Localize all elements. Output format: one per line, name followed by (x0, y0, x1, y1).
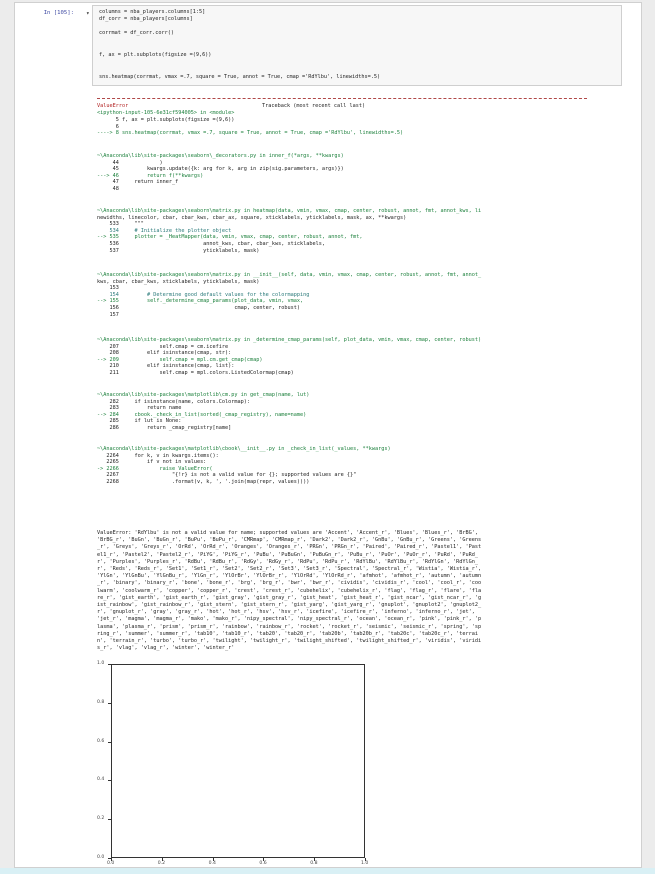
traceback-line: 2268 .format(v, k, ', '.join(map(repr, v… (97, 479, 310, 485)
code-line: columns = nba_players.columns[1:5] (99, 9, 206, 15)
error-message-line: lasma', 'plasma_r', 'prism', 'prism_r', … (97, 623, 482, 630)
code-line: sns.heatmap(corrmat, vmax =.7, square = … (99, 74, 381, 80)
traceback-divider (97, 98, 587, 99)
x-tick-mark (212, 858, 214, 861)
empty-plot: 1.0 0.8 0.6 0.4 0.2 0.0 0.0 0.2 0.4 0.6 0.8 1.0 (97, 660, 387, 870)
traceback-line: 47 return inner_f (97, 179, 179, 186)
x-tick-mark (111, 858, 112, 861)
traceback-line: 285 if lut is None: (97, 418, 182, 425)
traceback-line: 45 kwargs.update({k: arg for k, arg in z… (97, 166, 344, 173)
error-message-line: ValueError: 'RdYlbu' is not a valid valu… (97, 530, 479, 536)
traceback-line: 44 ) (97, 159, 163, 166)
traceback-line: --> 155 self._determine_cmap_params(plot… (97, 298, 304, 305)
y-tick-label: 0.8 (97, 699, 105, 705)
error-message-line: r', 'Reds', 'Reds_r', 'Set1', 'Set1_r', … (97, 566, 482, 572)
traceback-line: ----> 8 sns.heatmap(corrmat, vmax =.7, s… (97, 130, 404, 137)
traceback-label: Traceback (most recent call last) (262, 103, 366, 109)
traceback-line: 211 self.cmap = mpl.colors.ListedColorma… (97, 370, 294, 376)
traceback-line: 5 f, ax = plt.subplots(figsize =(9,6)) (97, 117, 235, 123)
traceback-line: 2267 "{!r} is not a valid value for {}; … (97, 472, 357, 479)
y-tick-mark (108, 741, 111, 743)
error-type: ValueError (97, 103, 129, 109)
error-message-line: 'YlGn', 'YlGnBu', 'YlGnBu_r', 'YlGn_r', … (97, 573, 482, 580)
traceback-line: ~\Anaconda\lib\site-packages\matplotlib\… (97, 446, 391, 452)
x-tick-mark (365, 858, 366, 861)
cell-prompt: In [105]: (43, 10, 74, 16)
traceback-line: 157 (97, 311, 119, 318)
traceback-input-location: <ipython-input-105-6e31cf594005> in <mod… (97, 110, 235, 116)
y-tick-label: 0.2 (97, 816, 105, 822)
traceback-line: 286 return _cmap_registry[name] (97, 425, 232, 431)
error-message-line: re_r', 'gist_earth', 'gist_earth_r', 'gi… (97, 594, 482, 601)
chevron-down-icon[interactable]: ▾ (86, 10, 90, 17)
x-tick-mark (314, 858, 316, 861)
error-message-line: r', 'Purples', 'Purples_r', 'RdBu', 'RdB… (97, 558, 479, 565)
error-message-line: 'BrBG_r', 'BuGn', 'BuGn_r', 'BuPu', 'BuP… (97, 537, 482, 544)
plot-axes (111, 664, 365, 858)
error-message-line: _r', 'Greys', 'Greys_r', 'OrRd', 'OrRd_r… (97, 544, 482, 551)
traceback-line: ~\Anaconda\lib\site-packages\seaborn\mat… (97, 272, 482, 278)
error-message-line: lwarm', 'coolwarm_r', 'copper', 'copper_… (97, 587, 482, 594)
traceback-line: ~\Anaconda\lib\site-packages\seaborn\mat… (97, 337, 482, 343)
traceback-line: --> 209 self.cmap = mpl.cm.get_cmap(cmap… (97, 356, 263, 363)
error-message-line: 'jet_r', 'magma', 'magma_r', 'mako', 'ma… (97, 616, 482, 623)
y-tick-label: 0.0 (97, 855, 105, 860)
y-tick-label: 0.4 (97, 777, 105, 783)
traceback-line: 283 return name (97, 405, 182, 412)
traceback-line: 154 # Determine good default values for … (97, 291, 310, 298)
traceback-line: 536 annot_kws, cbar, cbar_kws, xticklabe… (97, 241, 325, 247)
traceback-line: 208 elif isinstance(cmap, str): (97, 350, 232, 357)
traceback-line: 537 yticklabels, mask) (97, 247, 260, 254)
traceback-line: 2264 for k, v in kwargs.items(): (97, 452, 219, 459)
x-tick-label: 0.4 (208, 861, 216, 866)
error-message-line: r', 'gnuplot_r', 'gray', 'gray_r', 'hot'… (97, 609, 475, 616)
traceback-line: --> 535 plotter = _HeatMapper(data, vmin… (97, 234, 363, 241)
traceback-line: 207 self.cmap = cm.icefire (97, 343, 229, 350)
traceback-line: ~\Anaconda\lib\site-packages\seaborn\mat… (97, 208, 482, 214)
y-tick-mark (108, 819, 111, 821)
traceback-line: 156 cmap, center, robust) (97, 305, 301, 311)
error-message-line: s_r', 'vlag', 'vlag_r', 'winter', 'winte… (97, 645, 235, 652)
y-tick-mark (108, 702, 111, 704)
code-line: corrmat = df_corr.corr() (99, 30, 174, 36)
traceback-line: 534 # Initialize the plotter object (97, 227, 232, 234)
y-tick-label: 1.0 (97, 661, 105, 666)
traceback-line: 48 (97, 186, 119, 192)
error-message-line: ring_r', 'summer', 'summer_r', 'tab10', … (97, 630, 479, 637)
traceback-line: ---> 46 return f(**kwargs) (97, 172, 204, 179)
traceback-line: 533 """ (97, 221, 144, 228)
traceback-line: --> 284 cbook._check_in_list(sorted(_cma… (97, 411, 307, 418)
traceback-line: 2265 if v not in values: (97, 459, 207, 466)
y-tick-mark (108, 664, 111, 665)
traceback-line: newidths, linecolor, cbar, cbar_kws, cba… (97, 214, 407, 221)
error-message-line: ist_rainbow', 'gist_rainbow_r', 'gist_st… (97, 602, 482, 608)
error-message-line: _r', 'binary', 'binary_r', 'bone', 'bone… (97, 580, 482, 587)
x-tick-label: 0.2 (157, 861, 166, 866)
x-tick-label: 1.0 (361, 861, 369, 866)
code-line: df_corr = nba_players[columns] (99, 16, 193, 22)
y-tick-label: 0.6 (97, 738, 105, 744)
y-tick-mark (108, 780, 111, 782)
x-tick-mark (263, 858, 265, 861)
error-message-line: n', 'terrain_r', 'turbo', 'turbo_r', 'tw… (97, 638, 482, 644)
traceback-line: 153 (97, 285, 119, 292)
error-message-line: el1_r', 'Pastel2', 'Pastel2_r', 'PiYG', … (97, 551, 479, 558)
traceback-line: 6 (97, 123, 119, 130)
bottom-scroll-bar[interactable] (0, 868, 655, 874)
code-line: f, ax = plt.subplots(figsize =(9,6)) (99, 52, 212, 58)
x-tick-label: 0.0 (107, 861, 115, 866)
traceback-line: ~\Anaconda\lib\site-packages\matplotlib\… (97, 392, 310, 398)
code-cell-input[interactable]: columns = nba_players.columns[1:5] df_co… (92, 5, 622, 86)
traceback-line: ~\Anaconda\lib\site-packages\seaborn\_de… (97, 153, 344, 159)
traceback-line: -> 2266 raise ValueError( (97, 465, 213, 472)
traceback-line: kws, cbar, cbar_kws, xticklabels, ytickl… (97, 278, 260, 285)
x-tick-label: 0.6 (259, 861, 267, 866)
traceback-line: 210 elif isinstance(cmap, list): (97, 363, 235, 370)
x-tick-label: 0.8 (310, 861, 318, 866)
traceback-line: 282 if isinstance(name, colors.Colormap)… (97, 398, 251, 405)
x-tick-mark (161, 858, 163, 861)
